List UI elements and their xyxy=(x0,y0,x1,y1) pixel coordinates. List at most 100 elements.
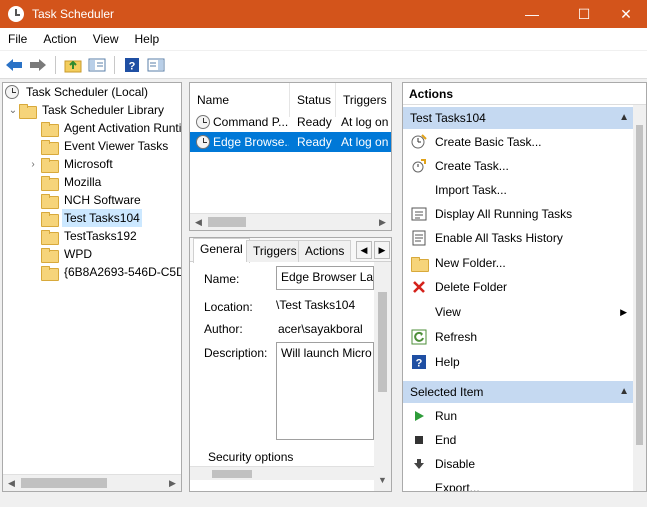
tree-item-nch-software[interactable]: NCH Software xyxy=(41,191,143,209)
actions-vertical-scrollbar[interactable] xyxy=(633,105,646,491)
action-help[interactable]: ? Help xyxy=(403,350,635,374)
action-create-task[interactable]: Create Task... xyxy=(403,154,635,178)
task-trigger: At log on xyxy=(341,135,389,149)
action-label: Export... xyxy=(435,481,480,492)
svg-text:?: ? xyxy=(416,358,423,370)
actions-pane: Actions Test Tasks104 ▲ Create Basic Tas… xyxy=(402,82,647,492)
action-label: Help xyxy=(435,355,460,369)
menu-help[interactable]: Help xyxy=(127,28,168,50)
security-options-label: Security options xyxy=(208,450,294,464)
scrollbar-thumb[interactable] xyxy=(212,470,252,478)
help-icon[interactable]: ? xyxy=(122,55,142,75)
show-hide-tree-icon[interactable] xyxy=(87,55,107,75)
actions-section-folder[interactable]: Test Tasks104 ▲ xyxy=(403,107,635,129)
action-export[interactable]: Export... xyxy=(403,476,635,492)
detail-vertical-scrollbar[interactable]: ▼ xyxy=(374,262,391,491)
task-list: Name Status Triggers Command P... Ready … xyxy=(189,82,392,231)
end-icon xyxy=(407,428,431,452)
navigation-tree: Task Scheduler (Local) ⌄ Task Scheduler … xyxy=(2,82,182,492)
scroll-down-icon[interactable]: ▼ xyxy=(374,472,391,488)
status-bar xyxy=(0,494,647,507)
tree-library[interactable]: ⌄ Task Scheduler Library xyxy=(7,101,166,119)
close-button[interactable]: ✕ xyxy=(603,0,647,28)
scrollbar-thumb[interactable] xyxy=(378,292,387,392)
scroll-right-icon[interactable]: ▶ xyxy=(164,475,181,491)
scrollbar-thumb[interactable] xyxy=(208,217,246,227)
forward-arrow-icon[interactable] xyxy=(28,55,48,75)
scroll-left-icon[interactable]: ◀ xyxy=(190,214,207,230)
menu-bar: File Action View Help xyxy=(0,28,647,50)
tab-triggers[interactable]: Triggers xyxy=(246,240,304,262)
task-clock-icon xyxy=(196,115,210,129)
author-value: acer\sayakboral xyxy=(278,322,363,336)
folder-icon xyxy=(41,121,59,137)
task-name: Command P... xyxy=(213,115,289,129)
collapse-up-icon[interactable]: ▲ xyxy=(619,107,629,129)
action-label: Disable xyxy=(435,457,476,471)
action-end[interactable]: End xyxy=(403,428,635,452)
tree-item-agent-activation-runtime[interactable]: Agent Activation Runtime xyxy=(41,119,182,137)
folder-icon xyxy=(19,103,37,119)
action-label: Enable All Tasks History xyxy=(435,231,563,245)
description-label: Description: xyxy=(204,346,268,360)
action-disable[interactable]: Disable xyxy=(403,452,635,476)
tree-item-guid-folder[interactable]: {6B8A2693-546D-C5D5 xyxy=(41,263,181,281)
description-field[interactable]: Will launch Micro xyxy=(276,342,374,440)
detail-horizontal-scrollbar[interactable] xyxy=(190,466,374,480)
task-name-field[interactable]: Edge Browser Launch xyxy=(276,266,374,290)
table-row[interactable]: Edge Browse... Ready At log on xyxy=(190,132,391,152)
toolbar-separator xyxy=(114,55,115,74)
action-delete-folder[interactable]: Delete Folder xyxy=(403,275,635,299)
tree-item-microsoft[interactable]: › Microsoft xyxy=(27,155,115,173)
collapse-up-icon[interactable]: ▲ xyxy=(619,381,629,403)
title-bar: Task Scheduler — ☐ ✕ xyxy=(0,0,647,28)
tree-horizontal-scrollbar[interactable]: ◀ ▶ xyxy=(3,474,181,491)
action-create-basic-task[interactable]: Create Basic Task... xyxy=(403,130,635,154)
tree-item-test-tasks104[interactable]: Test Tasks104 xyxy=(41,209,142,227)
actions-section-selected-item[interactable]: Selected Item ▲ xyxy=(403,381,635,403)
tree-root[interactable]: Task Scheduler (Local) xyxy=(5,83,150,101)
tree-item-label: TestTasks192 xyxy=(64,229,137,243)
menu-action[interactable]: Action xyxy=(35,28,84,50)
refresh-icon xyxy=(407,325,431,349)
maximize-button[interactable]: ☐ xyxy=(561,0,607,28)
tree-item-label: Event Viewer Tasks xyxy=(64,139,169,153)
up-folder-icon[interactable] xyxy=(63,55,83,75)
menu-file[interactable]: File xyxy=(0,28,35,50)
scrollbar-thumb[interactable] xyxy=(636,125,643,445)
show-hide-action-pane-icon[interactable] xyxy=(146,55,166,75)
tree-item-testtasks192[interactable]: TestTasks192 xyxy=(41,227,139,245)
svg-text:?: ? xyxy=(129,60,136,72)
action-refresh[interactable]: Refresh xyxy=(403,325,635,349)
tree-item-label: Agent Activation Runtime xyxy=(64,121,182,135)
location-value: \Test Tasks104 xyxy=(276,298,356,312)
tab-general[interactable]: General xyxy=(193,238,250,263)
section-title: Selected Item xyxy=(410,385,484,399)
author-label: Author: xyxy=(204,322,243,336)
action-new-folder[interactable]: New Folder... xyxy=(403,251,635,275)
tree-item-mozilla[interactable]: Mozilla xyxy=(41,173,103,191)
scrollbar-thumb[interactable] xyxy=(21,478,107,488)
chevron-right-icon[interactable]: › xyxy=(27,159,39,170)
tree-item-wpd[interactable]: WPD xyxy=(41,245,94,263)
action-run[interactable]: Run xyxy=(403,404,635,428)
scroll-left-icon[interactable]: ◀ xyxy=(3,475,20,491)
action-display-running-tasks[interactable]: Display All Running Tasks xyxy=(403,202,635,226)
task-trigger: At log on xyxy=(341,115,389,129)
tree-item-event-viewer-tasks[interactable]: Event Viewer Tasks xyxy=(41,137,170,155)
tab-actions[interactable]: Actions xyxy=(298,240,352,262)
chevron-down-icon[interactable]: ⌄ xyxy=(7,105,19,116)
action-enable-tasks-history[interactable]: Enable All Tasks History xyxy=(403,226,635,250)
submenu-arrow-icon: ▶ xyxy=(620,306,627,317)
action-view[interactable]: View ▶ xyxy=(403,300,635,324)
tab-scroll-right-icon[interactable]: ▶ xyxy=(374,241,390,259)
tab-scroll-left-icon[interactable]: ◀ xyxy=(356,241,372,259)
minimize-button[interactable]: — xyxy=(509,0,555,28)
tasklist-horizontal-scrollbar[interactable]: ◀ ▶ xyxy=(190,213,391,230)
back-arrow-icon[interactable] xyxy=(4,55,24,75)
disable-icon xyxy=(407,452,431,476)
scroll-right-icon[interactable]: ▶ xyxy=(374,214,391,230)
menu-view[interactable]: View xyxy=(85,28,127,50)
table-row[interactable]: Command P... Ready At log on xyxy=(190,112,391,132)
action-import-task[interactable]: Import Task... xyxy=(403,178,635,202)
